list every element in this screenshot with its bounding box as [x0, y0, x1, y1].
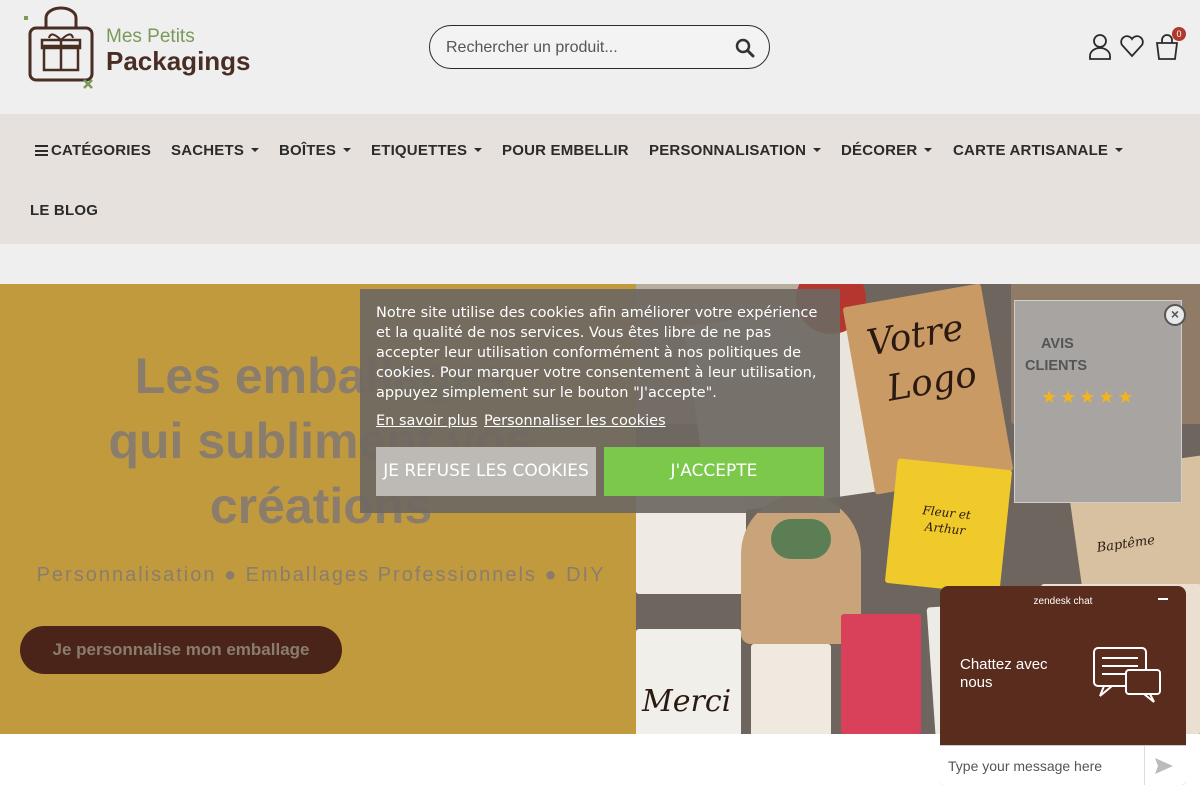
send-icon[interactable] — [1154, 757, 1174, 775]
cart-count-badge: 0 — [1172, 27, 1186, 41]
caret-down-icon — [251, 148, 260, 152]
logo-text: Logo — [883, 353, 980, 410]
search-icon[interactable] — [735, 38, 755, 58]
nav-item-sachets[interactable]: SACHETS — [171, 142, 260, 159]
nav-label: DÉCORER — [841, 142, 918, 159]
caret-down-icon — [474, 148, 483, 152]
votre-text: Votre — [863, 307, 967, 365]
reviews-title: AVIS CLIENTS — [1025, 333, 1145, 377]
gift-bag-logo-icon — [24, 6, 94, 89]
collage-card — [751, 644, 831, 734]
chat-input-bar — [940, 745, 1186, 785]
account-icon[interactable] — [1087, 32, 1113, 60]
cookie-customize-link[interactable]: Personnaliser les cookies — [484, 413, 666, 429]
nav-item-personnalisation[interactable]: PERSONNALISATION — [649, 142, 822, 159]
nav-item-categories[interactable]: CATÉGORIES — [35, 142, 151, 159]
nav-label: LE BLOG — [30, 202, 99, 219]
bapteme-text: Baptême — [1095, 532, 1156, 556]
accept-cookies-button[interactable]: J'ACCEPTE — [604, 447, 824, 496]
arthur-text: Arthur — [924, 519, 966, 538]
cookie-message: Notre site utilise des cookies afin amél… — [376, 305, 818, 401]
logo[interactable]: Mes Petits Packagings — [22, 6, 272, 90]
nav-label: CATÉGORIES — [51, 142, 152, 159]
nav-item-etiquettes[interactable]: ETIQUETTES — [371, 142, 483, 159]
hamburger-icon — [35, 145, 48, 156]
nav-label: ETIQUETTES — [371, 142, 468, 159]
hero-subtitle: Personnalisation ● Emballages Profession… — [36, 564, 606, 586]
site-header: Mes Petits Packagings 0 — [0, 0, 1200, 114]
chat-title: zendesk chat — [1033, 596, 1093, 607]
logo-text-top: Mes Petits — [106, 26, 195, 47]
caret-down-icon — [924, 148, 933, 152]
chat-prompt[interactable]: Chattez avec nous — [960, 656, 1070, 692]
zendesk-chat-widget: zendesk chat Chattez avec nous — [940, 586, 1186, 785]
nav-label: PERSONNALISATION — [649, 142, 807, 159]
caret-down-icon — [813, 148, 822, 152]
yellow-card: Fleur et Arthur — [884, 458, 1013, 595]
cookie-learn-more-link[interactable]: En savoir plus — [376, 413, 477, 429]
minimize-icon[interactable] — [1158, 598, 1168, 600]
merci-text: Merci — [642, 684, 732, 719]
caret-down-icon — [343, 148, 352, 152]
personalize-cta-button[interactable]: Je personnalise mon emballage — [20, 626, 342, 674]
merci-card: Merci — [636, 629, 741, 734]
succulent — [771, 519, 831, 559]
reviews-title-line: CLIENTS — [1025, 358, 1088, 374]
reviews-title-line: AVIS — [1041, 336, 1074, 352]
search-bar — [429, 25, 770, 69]
nav-item-boites[interactable]: BOÎTES — [279, 142, 352, 159]
customer-reviews-widget[interactable]: AVIS CLIENTS ★★★★★ — [1014, 300, 1182, 503]
cookie-consent-popup: Notre site utilise des cookies afin amél… — [360, 289, 840, 513]
search-input[interactable] — [446, 36, 716, 60]
nav-label: SACHETS — [171, 142, 245, 159]
spacer-band — [0, 244, 1200, 284]
nav-label: POUR EMBELLIR — [502, 142, 629, 159]
wishlist-heart-icon[interactable] — [1119, 32, 1145, 60]
nav-label: CARTE ARTISANALE — [953, 142, 1109, 159]
chat-message-input[interactable] — [940, 746, 1145, 785]
nav-item-le-blog[interactable]: LE BLOG — [30, 202, 98, 219]
nav-item-pour-embellir[interactable]: POUR EMBELLIR — [502, 142, 629, 159]
pink-card — [841, 614, 921, 734]
refuse-cookies-button[interactable]: JE REFUSE LES COOKIES — [376, 447, 596, 496]
main-nav: CATÉGORIES SACHETS BOÎTES ETIQUETTES POU… — [0, 114, 1200, 244]
nav-label: BOÎTES — [279, 142, 337, 159]
caret-down-icon — [1115, 148, 1124, 152]
close-icon[interactable]: × — [1164, 304, 1186, 326]
rating-stars-icon: ★★★★★ — [1041, 387, 1137, 407]
nav-item-decorer[interactable]: DÉCORER — [841, 142, 933, 159]
logo-text-main: Packagings — [106, 46, 251, 76]
nav-item-carte-artisanale[interactable]: CARTE ARTISANALE — [953, 142, 1124, 159]
chat-bubbles-icon — [1093, 647, 1161, 703]
